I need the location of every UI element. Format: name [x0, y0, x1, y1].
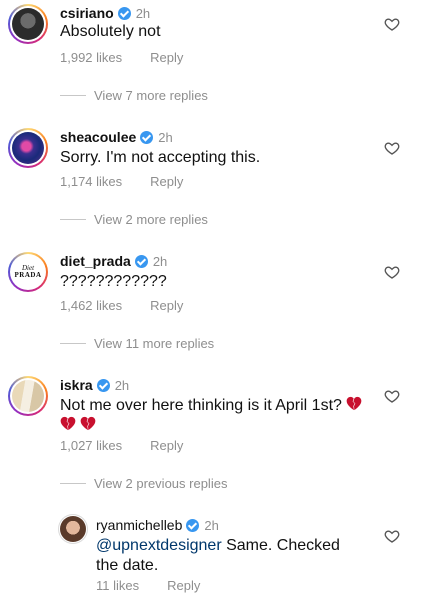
verified-badge-icon — [140, 130, 154, 144]
heart-outline-icon[interactable] — [384, 264, 400, 280]
comment-text: @upnextdesigner Same. Checked the date. — [96, 537, 340, 574]
comments-list: csiriano 2h Absolutely not 1,992 likes Re… — [0, 0, 424, 600]
mention-link[interactable]: @upnextdesigner — [96, 537, 222, 554]
comment-text: Absolutely not — [60, 23, 161, 40]
avatar[interactable] — [8, 128, 48, 168]
likes-count[interactable]: 11 likes — [96, 578, 139, 593]
verified-badge-icon — [117, 6, 131, 20]
username[interactable]: ryanmichelleb — [96, 517, 182, 533]
reply-button[interactable]: Reply — [150, 174, 183, 189]
broken-heart-emoji — [347, 396, 362, 411]
logo-text: PRADA — [14, 271, 42, 279]
timestamp: 2h — [135, 5, 151, 21]
comment-text: ???????????? — [60, 273, 167, 290]
view-more-replies[interactable]: View 7 more replies — [60, 88, 208, 103]
view-more-replies[interactable]: View 11 more replies — [60, 336, 214, 351]
avatar[interactable] — [58, 514, 88, 544]
avatar[interactable]: Diet PRADA — [8, 252, 48, 292]
verified-badge-icon — [134, 254, 148, 268]
timestamp: 2h — [152, 253, 168, 269]
timestamp: 2h — [158, 129, 173, 145]
username[interactable]: csiriano — [60, 5, 114, 21]
likes-count[interactable]: 1,174 likes — [60, 174, 122, 189]
heart-outline-icon[interactable] — [384, 388, 400, 404]
likes-count[interactable]: 1,992 likes — [60, 50, 122, 65]
heart-outline-icon[interactable] — [384, 16, 400, 32]
likes-count[interactable]: 1,027 likes — [60, 438, 122, 453]
heart-outline-icon[interactable] — [384, 140, 400, 156]
verified-badge-icon — [186, 518, 200, 532]
avatar[interactable] — [8, 4, 48, 44]
avatar[interactable] — [8, 376, 48, 416]
username[interactable]: diet_prada — [60, 253, 131, 269]
timestamp: 2h — [114, 377, 130, 393]
reply-button[interactable]: Reply — [150, 438, 183, 453]
comment-text: Sorry. I'm not accepting this. — [60, 149, 261, 166]
broken-heart-emoji — [60, 416, 76, 431]
reply-button[interactable]: Reply — [150, 50, 183, 65]
username[interactable]: sheacoulee — [60, 129, 136, 145]
view-previous-replies[interactable]: View 2 previous replies — [60, 476, 227, 491]
timestamp: 2h — [204, 517, 219, 533]
heart-outline-icon[interactable] — [384, 528, 400, 544]
reply-button[interactable]: Reply — [150, 298, 183, 313]
comment-text: Not me over here thinking is it April 1s… — [60, 396, 370, 436]
view-more-replies[interactable]: View 2 more replies — [60, 212, 208, 227]
broken-heart-emoji — [81, 416, 96, 431]
likes-count[interactable]: 1,462 likes — [60, 298, 122, 313]
reply-button[interactable]: Reply — [167, 578, 200, 593]
username[interactable]: iskra — [60, 377, 93, 393]
verified-badge-icon — [96, 378, 110, 392]
